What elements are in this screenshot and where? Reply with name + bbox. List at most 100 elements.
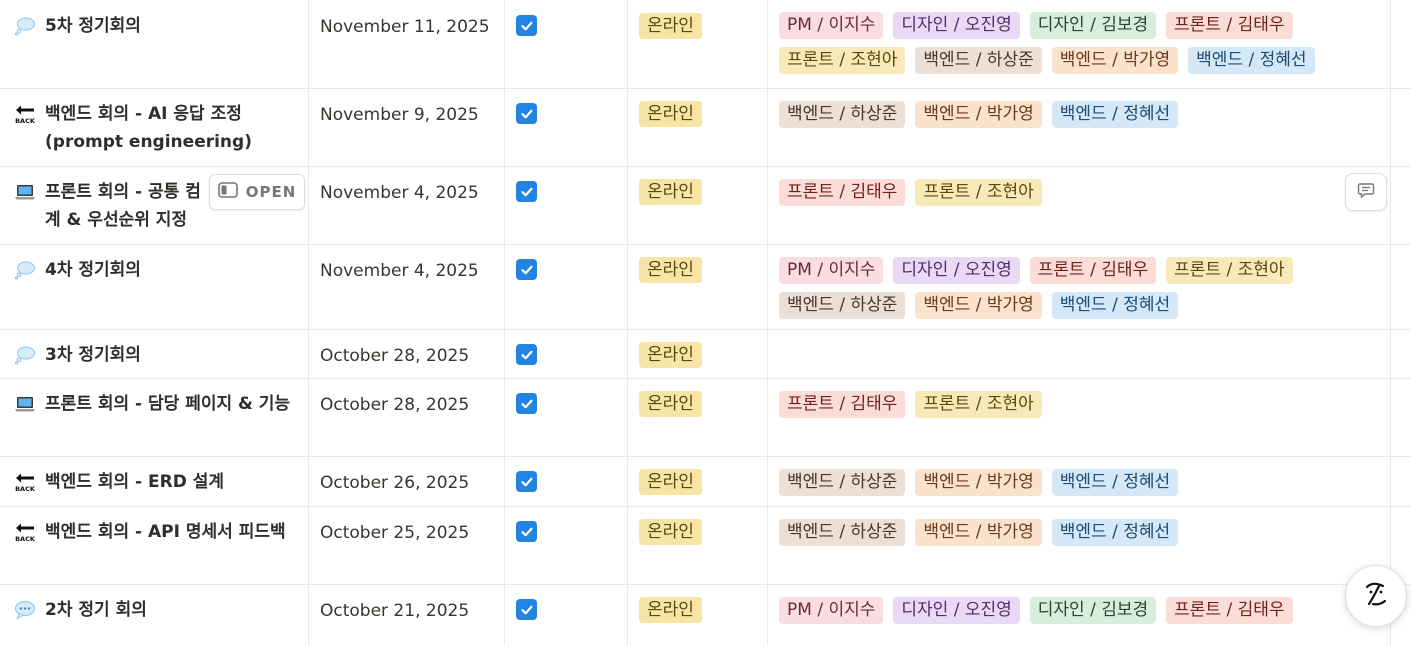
participant-tag: PM / 이지수 [779,257,884,284]
done-checkbox[interactable] [516,471,537,492]
date-cell[interactable]: October 26, 2025 [309,457,505,507]
participants-cell[interactable]: 백엔드 / 하상준 백엔드 / 박가영 백엔드 / 정혜선 [768,89,1391,167]
row-title[interactable]: 백엔드 회의 - API 명세서 피드백 [45,518,286,546]
title-cell[interactable]: 3차 정기회의 [0,330,309,379]
type-cell[interactable]: 온라인 [628,167,768,245]
participant-tag: 디자인 / 오진영 [893,12,1020,39]
meeting-type-tag: 온라인 [639,469,702,495]
participants-cell[interactable]: 프론트 / 김태우 프론트 / 조현아 [768,379,1391,457]
participants-cell[interactable]: PM / 이지수 디자인 / 오진영 디자인 / 김보경 프론트 / 김태우 [768,585,1391,645]
date-cell[interactable]: November 11, 2025 [309,0,505,89]
checkmark-icon [520,603,534,617]
participant-tag: 백엔드 / 정혜선 [1051,101,1179,128]
date-cell[interactable]: October 28, 2025 [309,379,505,457]
checkbox-cell [505,167,628,245]
thought-balloon-icon [14,259,36,281]
title-cell[interactable]: BACK 백엔드 회의 - ERD 설계 [0,457,309,507]
laptop-icon [14,181,36,203]
participant-tag: 디자인 / 김보경 [1029,597,1157,624]
participants-cell[interactable]: 백엔드 / 하상준 백엔드 / 박가영 백엔드 / 정혜선 [768,507,1391,585]
type-cell[interactable]: 온라인 [628,330,768,379]
participant-tag: 백엔드 / 하상준 [779,292,906,319]
meeting-type-tag: 온라인 [639,519,702,545]
participants-cell[interactable] [768,330,1391,379]
checkbox-cell [505,507,628,585]
date-cell[interactable]: October 28, 2025 [309,330,505,379]
row-title[interactable]: 2차 정기 회의 [45,596,147,624]
row-title[interactable]: 백엔드 회의 - ERD 설계 [45,468,224,496]
participant-tag: 프론트 / 조현아 [779,47,906,74]
participants-cell[interactable]: 프론트 / 김태우 프론트 / 조현아 [768,167,1391,245]
participant-tag: 백엔드 / 박가영 [1051,47,1179,74]
date-cell[interactable]: October 21, 2025 [309,585,505,645]
type-cell[interactable]: 온라인 [628,457,768,507]
type-cell[interactable]: 온라인 [628,379,768,457]
type-cell[interactable]: 온라인 [628,89,768,167]
extra-column-cell [1391,167,1411,245]
row-title[interactable]: 3차 정기회의 [45,341,141,369]
date-cell[interactable]: November 9, 2025 [309,89,505,167]
table-row[interactable]: 2차 정기 회의 October 21, 2025 온라인 PM / 이지수 디자인 /… [0,584,1411,645]
extra-column-cell [1391,0,1411,89]
title-cell[interactable]: 프론트 회의 - 담당 페이지 & 기능 [0,379,309,457]
done-checkbox[interactable] [516,393,537,414]
participant-tag: 백엔드 / 박가영 [915,101,1042,128]
done-checkbox[interactable] [516,259,537,280]
checkmark-icon [520,185,534,199]
type-cell[interactable]: 온라인 [628,585,768,645]
row-title[interactable]: 백엔드 회의 - AI 응답 조정 (prompt engineering) [45,100,294,156]
date-cell[interactable]: November 4, 2025 [309,167,505,245]
participant-tag: 백엔드 / 하상준 [779,101,906,128]
comment-button[interactable] [1345,173,1387,211]
row-title[interactable]: 5차 정기회의 [45,12,141,40]
participant-tag: 디자인 / 오진영 [893,597,1020,624]
participants-cell[interactable]: 백엔드 / 하상준 백엔드 / 박가영 백엔드 / 정혜선 [768,457,1391,507]
table-row[interactable]: BACK 백엔드 회의 - AI 응답 조정 (prompt engineerin… [0,88,1411,167]
extra-column-cell [1391,245,1411,330]
row-title[interactable]: 프론트 회의 - 공통 컴계 & 우선순위 지정 [45,178,201,234]
title-cell[interactable]: 2차 정기 회의 [0,585,309,645]
done-checkbox[interactable] [516,599,537,620]
meeting-date: October 28, 2025 [320,346,470,366]
participants-cell[interactable]: PM / 이지수 디자인 / 오진영 디자인 / 김보경 프론트 / 김태우 프론트 /… [768,0,1391,89]
participant-tag: 백엔드 / 정혜선 [1051,292,1179,319]
participant-tag: 백엔드 / 하상준 [779,469,906,496]
type-cell[interactable]: 온라인 [628,0,768,89]
extra-column-cell [1391,457,1411,507]
checkmark-icon [520,348,534,362]
checkbox-cell [505,585,628,645]
done-checkbox[interactable] [516,521,537,542]
participant-tag: PM / 이지수 [779,12,884,39]
date-cell[interactable]: October 25, 2025 [309,507,505,585]
table-row[interactable]: BACK 백엔드 회의 - ERD 설계 October 26, 2025 온라인 백엔… [0,456,1411,507]
row-title-line1: 프론트 회의 - 공통 컴 [45,182,201,202]
type-cell[interactable]: 온라인 [628,245,768,330]
table-row[interactable]: 5차 정기회의 November 11, 2025 온라인 PM / 이지수 디자인 /… [0,0,1411,89]
participants-cell[interactable]: PM / 이지수 디자인 / 오진영 프론트 / 김태우 프론트 / 조현아 백엔드 /… [768,245,1391,330]
participant-tag: 프론트 / 조현아 [1166,257,1293,284]
table-row[interactable]: 프론트 회의 - 담당 페이지 & 기능 October 28, 2025 온라인 프… [0,378,1411,457]
speech-balloon-icon [14,599,36,621]
notion-ai-button[interactable] [1345,565,1407,627]
table-row[interactable]: BACK 백엔드 회의 - API 명세서 피드백 October 25, 2025… [0,506,1411,585]
done-checkbox[interactable] [516,103,537,124]
extra-column-cell [1391,330,1411,379]
type-cell[interactable]: 온라인 [628,507,768,585]
table-row[interactable]: 4차 정기회의 November 4, 2025 온라인 PM / 이지수 디자인 / … [0,244,1411,330]
table-row[interactable]: 3차 정기회의 October 28, 2025 온라인 [0,329,1411,379]
done-checkbox[interactable] [516,15,537,36]
done-checkbox[interactable] [516,181,537,202]
meeting-date: October 25, 2025 [320,523,470,543]
row-title[interactable]: 4차 정기회의 [45,256,141,284]
title-cell[interactable]: 5차 정기회의 [0,0,309,89]
done-checkbox[interactable] [516,344,537,365]
open-page-button[interactable]: OPEN [209,174,305,210]
row-title[interactable]: 프론트 회의 - 담당 페이지 & 기능 [45,390,290,418]
participant-tag: 프론트 / 조현아 [915,179,1042,206]
date-cell[interactable]: November 4, 2025 [309,245,505,330]
title-cell[interactable]: BACK 백엔드 회의 - AI 응답 조정 (prompt engineerin… [0,89,309,167]
checkbox-cell [505,330,628,379]
thought-balloon-icon [14,15,36,37]
title-cell[interactable]: 4차 정기회의 [0,245,309,330]
title-cell[interactable]: BACK 백엔드 회의 - API 명세서 피드백 [0,507,309,585]
